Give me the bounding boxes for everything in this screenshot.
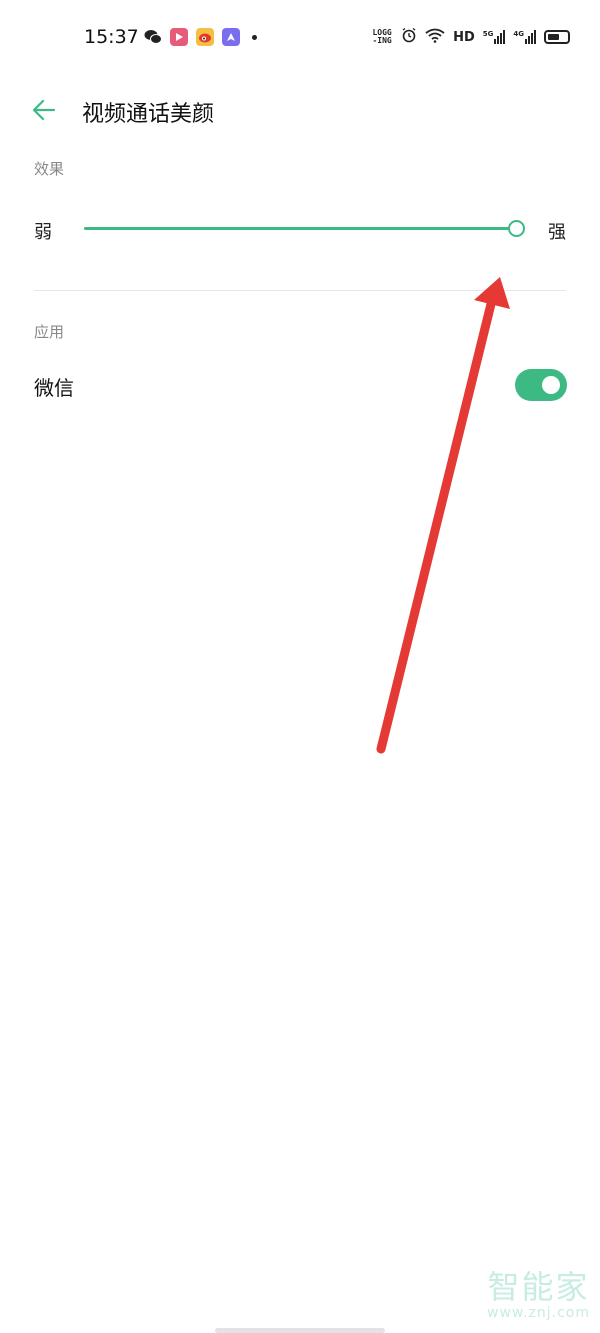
status-time: 15:37 (84, 26, 139, 48)
alarm-icon (401, 27, 417, 47)
screen: 15:37 LOGG -ING HD 5G 4G 视频通话美颜 效果 弱 强 应… (0, 0, 600, 1333)
toggle-knob (542, 376, 560, 394)
slider-thumb[interactable] (508, 220, 525, 237)
effect-section-label: 效果 (34, 160, 65, 178)
signal-4g-icon: 4G (513, 30, 536, 44)
slider-max-label: 强 (548, 222, 566, 243)
system-icons: LOGG -ING HD 5G 4G (371, 27, 570, 47)
network-4g-label: 4G (513, 30, 524, 38)
hd-indicator: HD (453, 29, 475, 45)
header: 视频通话美颜 (0, 84, 600, 136)
home-indicator[interactable] (215, 1328, 385, 1333)
signal-5g-icon: 5G (483, 30, 506, 44)
slider-track[interactable] (84, 220, 525, 237)
battery-level (548, 34, 559, 40)
beauty-level-slider[interactable]: 弱 强 (0, 210, 600, 250)
section-divider (34, 290, 566, 291)
network-5g-label: 5G (482, 30, 494, 38)
watermark-logo: 智能家 (487, 1268, 590, 1306)
status-bar: 15:37 LOGG -ING HD 5G 4G (0, 0, 600, 76)
app-name: 微信 (34, 376, 74, 400)
more-notifications-dot (252, 34, 257, 40)
slider-min-label: 弱 (34, 222, 52, 243)
wechat-icon (144, 28, 162, 46)
battery-icon (544, 30, 570, 44)
logging-indicator: LOGG -ING (372, 28, 392, 45)
app-row-wechat[interactable]: 微信 (0, 362, 600, 408)
page-title: 视频通话美颜 (82, 102, 215, 127)
watermark-url: www.znj.com (487, 1305, 590, 1321)
slider-fill (84, 227, 516, 230)
notification-icons (144, 28, 257, 46)
apps-section-label: 应用 (34, 323, 65, 341)
wechat-toggle[interactable] (515, 369, 567, 401)
arrow-left-icon (32, 99, 56, 121)
annotation-arrow (376, 277, 510, 754)
video-app-icon (170, 28, 188, 46)
back-button[interactable] (30, 96, 58, 124)
weibo-icon (196, 28, 214, 46)
watermark: 智能家 www.znj.com (487, 1269, 590, 1321)
app-icon (222, 28, 240, 46)
wifi-icon (425, 27, 445, 47)
